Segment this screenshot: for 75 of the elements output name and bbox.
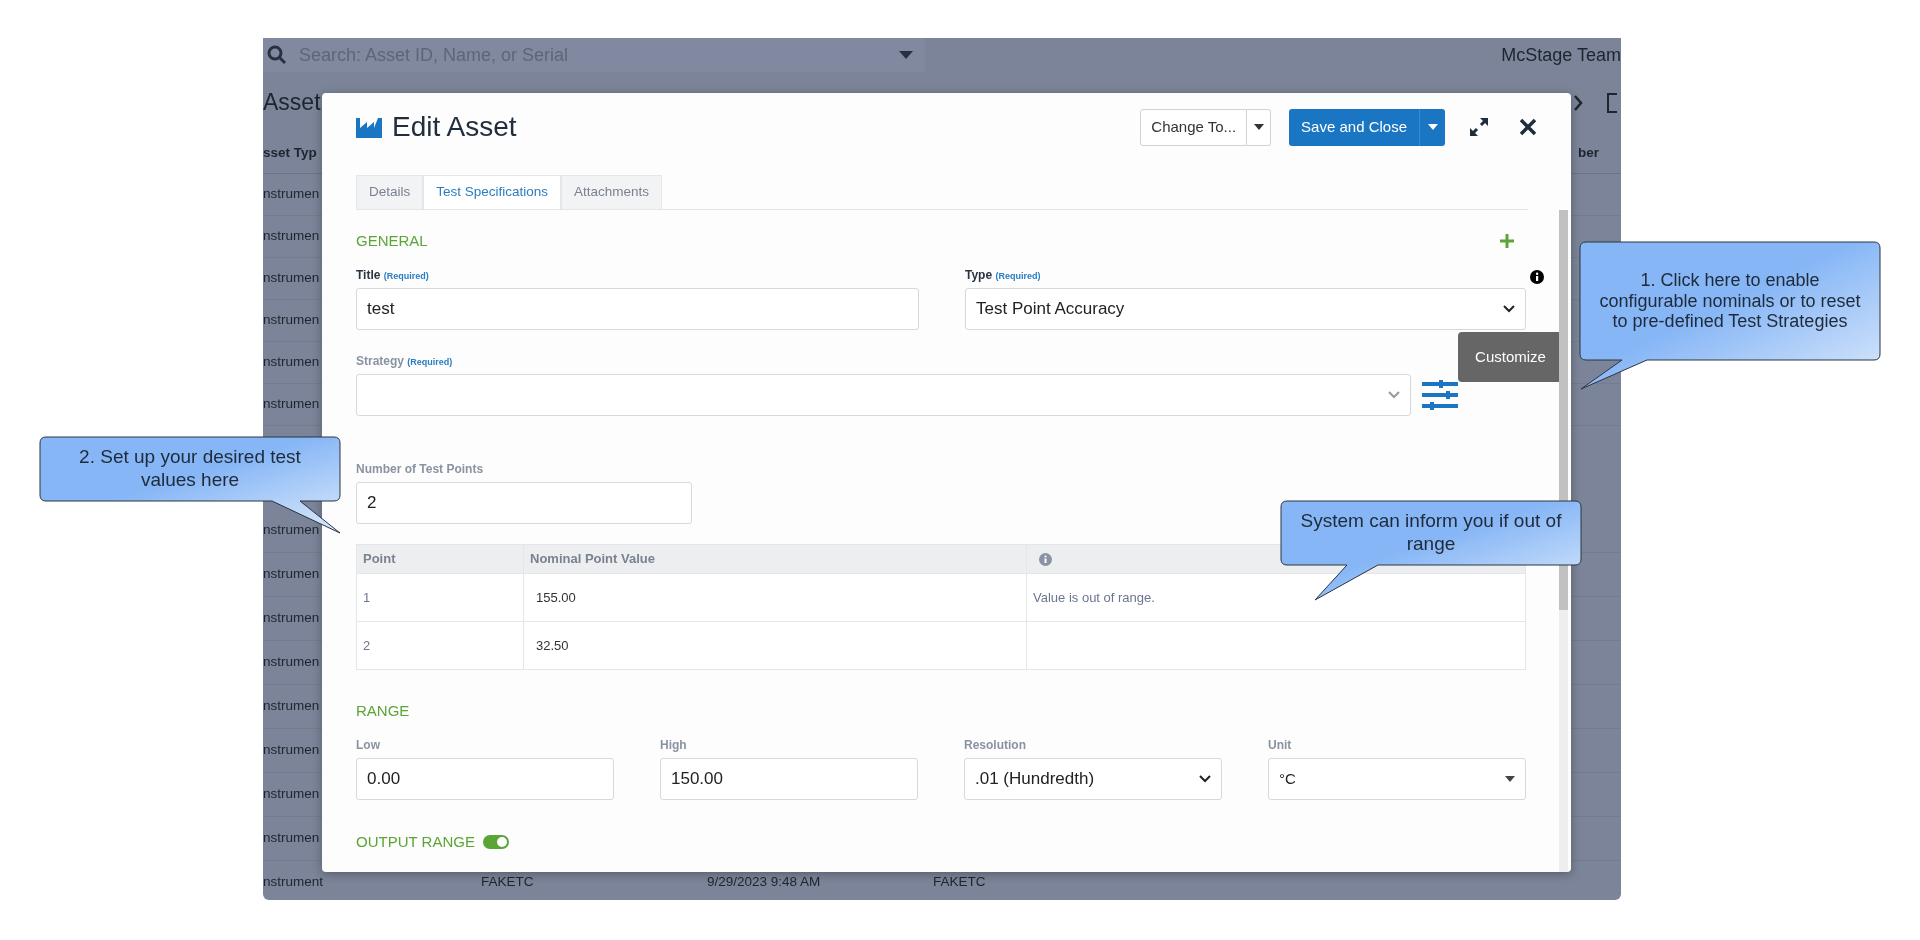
field-label: Low bbox=[356, 737, 380, 754]
table-cell: nstrumen bbox=[263, 522, 320, 538]
field-label: High bbox=[660, 737, 687, 754]
select-field[interactable]: .01 (Hundredth) bbox=[964, 758, 1222, 800]
close-icon[interactable] bbox=[1519, 118, 1537, 136]
tab[interactable]: Attachments bbox=[561, 175, 663, 209]
table-cell: 2 bbox=[363, 637, 371, 653]
column-header[interactable]: sset Typ bbox=[263, 143, 317, 164]
field-label: Title (Required) bbox=[356, 267, 429, 284]
column-header[interactable]: ber bbox=[1578, 143, 1599, 164]
input-field[interactable]: 2 bbox=[356, 482, 692, 524]
expand-icon[interactable] bbox=[1469, 117, 1489, 137]
field-label: Unit bbox=[1268, 737, 1292, 754]
table-cell: nstrumen bbox=[263, 786, 320, 802]
user-name[interactable]: McStage Team bbox=[1501, 41, 1621, 69]
caret-icon bbox=[1253, 124, 1264, 130]
select-field[interactable]: Test Point Accuracy bbox=[965, 288, 1526, 330]
section-heading: RANGE bbox=[356, 702, 411, 720]
table-cell: nstrumen bbox=[263, 186, 320, 202]
callout-text: System can inform you if out of range bbox=[1299, 510, 1563, 556]
factory-icon bbox=[356, 116, 382, 138]
tab[interactable]: Details bbox=[356, 175, 424, 209]
chevron-icon[interactable] bbox=[1573, 95, 1583, 111]
field-label: Resolution bbox=[964, 737, 1026, 754]
input-field[interactable]: test bbox=[356, 288, 919, 330]
table-cell: 32.50 bbox=[536, 637, 569, 653]
table-cell: nstrumen bbox=[263, 354, 320, 370]
info-icon[interactable] bbox=[1530, 270, 1544, 284]
callout-text: 1. Click here to enable configurable nominals or to reset to pre-defined Test Strategies bbox=[1598, 269, 1862, 333]
table-cell: nstrumen bbox=[263, 228, 320, 244]
caret-icon bbox=[1427, 124, 1438, 130]
info-icon bbox=[1039, 552, 1052, 566]
column-header: Nominal Point Value bbox=[523, 544, 1027, 574]
search-icon bbox=[267, 45, 287, 65]
input-field[interactable]: 0.00 bbox=[356, 758, 614, 800]
input-field[interactable]: 150.00 bbox=[660, 758, 918, 800]
section-heading: GENERAL bbox=[356, 232, 428, 250]
plus-icon[interactable] bbox=[1500, 234, 1514, 248]
table-cell: 9/29/2023 9:48 AM bbox=[707, 874, 821, 890]
tab[interactable]: Test Specifications bbox=[423, 175, 562, 209]
chevron-down-icon bbox=[1503, 305, 1515, 313]
table-cell: nstrumen bbox=[263, 830, 320, 846]
field-label: Strategy (Required) bbox=[356, 353, 453, 370]
select-field[interactable] bbox=[356, 374, 1411, 416]
caret-icon bbox=[1505, 776, 1515, 782]
field-label: Number of Test Points bbox=[356, 461, 484, 478]
sliders-icon[interactable] bbox=[1422, 380, 1458, 410]
table-cell: nstrumen bbox=[263, 698, 320, 714]
toggle-switch[interactable] bbox=[482, 835, 509, 849]
table-cell: FAKETC bbox=[481, 874, 534, 890]
table-cell: FAKETC bbox=[933, 874, 986, 890]
caret-icon bbox=[899, 51, 913, 59]
table-cell: nstrumen bbox=[263, 610, 320, 626]
validation-message: Value is out of range. bbox=[1033, 589, 1155, 605]
table-cell: nstrumen bbox=[263, 270, 320, 286]
column-header: Point bbox=[356, 544, 524, 574]
table-cell: nstrumen bbox=[263, 742, 320, 758]
table-cell: nstrumen bbox=[263, 654, 320, 670]
table-cell: 1 bbox=[363, 589, 371, 605]
table-cell: nstrumen bbox=[263, 396, 320, 412]
change-to-button[interactable]: Change To... bbox=[1140, 108, 1248, 146]
dropdown-toggle[interactable] bbox=[1419, 108, 1445, 146]
field-label: Type (Required) bbox=[965, 267, 1041, 284]
chevron-down-icon bbox=[1199, 775, 1211, 783]
callout-text: 2. Set up your desired test values here bbox=[78, 446, 302, 492]
table-cell: 155.00 bbox=[536, 589, 576, 605]
page-heading: Asset bbox=[263, 89, 321, 117]
table-cell: nstrumen bbox=[263, 312, 320, 328]
save-button[interactable]: Save and Close bbox=[1289, 108, 1419, 146]
chevron-down-icon bbox=[1388, 391, 1400, 399]
dialog-title: Edit Asset bbox=[392, 110, 518, 144]
table-cell: nstrument bbox=[263, 874, 324, 890]
table-cell: nstrumen bbox=[263, 566, 320, 582]
section-heading: OUTPUT RANGE bbox=[356, 833, 475, 851]
select-field[interactable]: °C bbox=[1268, 758, 1526, 800]
